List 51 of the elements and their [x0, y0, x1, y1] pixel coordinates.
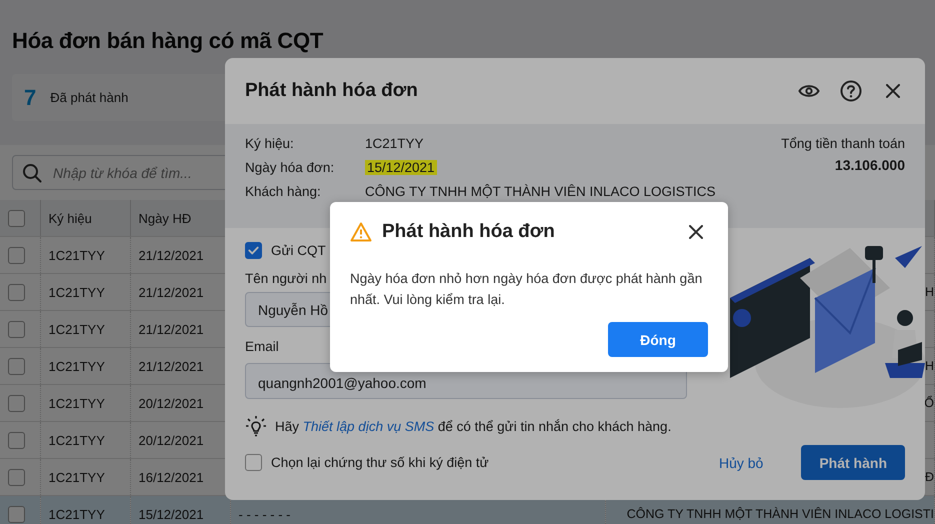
row-checkbox[interactable] [8, 320, 25, 338]
issue-button[interactable]: Phát hành [801, 445, 905, 480]
info-value: 1C21TYY [365, 136, 424, 151]
dialog-title: Phát hành hóa đơn [245, 80, 419, 102]
table-cell: 1C21TYY [40, 348, 130, 384]
row-checkbox[interactable] [8, 468, 25, 486]
hint-text: Hãy Thiết lập dịch vụ SMS để có thể gửi tin nhắn cho khách hàng. [275, 418, 672, 434]
info-value: CÔNG TY TNHH MỘT THÀNH VIÊN INLACO LOGISTICS [365, 184, 716, 199]
lightbulb-icon [245, 415, 267, 437]
table-cell: Ổ [924, 396, 934, 410]
alert-message: Ngày hóa đơn nhỏ hơn ngày hóa đơn được phát hành gần nhất. Vui lòng kiểm tra lại. [350, 270, 704, 309]
sms-setup-link[interactable]: Thiết lập dịch vụ SMS [302, 418, 434, 434]
table-cell: Đ [924, 470, 934, 484]
info-value: 15/12/2021 [365, 160, 437, 175]
row-checkbox[interactable] [8, 246, 25, 264]
column-header: Ký hiệu [40, 200, 130, 236]
table-cell: 1C21TYY [40, 384, 130, 422]
issued-label: Đã phát hành [50, 90, 128, 105]
info-label: Ký hiệu: [245, 136, 295, 151]
search-icon [22, 163, 42, 183]
table-cell: CÔNG TY TNHH MỘT THÀNH VIÊN INLACO LOGISTI [626, 507, 934, 521]
total-value: 13.106.000 [834, 157, 905, 173]
field-label: Tên người nh [245, 271, 327, 286]
select-all-checkbox[interactable] [8, 210, 25, 227]
table-cell: 1C21TYY [40, 310, 130, 348]
row-checkbox[interactable] [8, 394, 25, 412]
checkbox-label: Chọn lại chứng thư số khi ký điện tử [271, 455, 489, 470]
certificate-checkbox[interactable] [245, 454, 262, 471]
help-icon[interactable] [839, 79, 863, 103]
page-title: Hóa đơn bán hàng có mã CQT [12, 28, 324, 54]
field-label: Email [245, 339, 279, 354]
table-cell: - - - - - - - [238, 506, 290, 522]
send-checkbox[interactable] [245, 242, 262, 259]
table-cell: 1C21TYY [40, 236, 130, 274]
row-checkbox[interactable] [8, 432, 25, 449]
issued-count: 7 [24, 84, 36, 110]
warning-icon [350, 222, 372, 242]
row-checkbox[interactable] [8, 358, 25, 375]
cancel-button[interactable]: Hủy bỏ [714, 448, 768, 476]
table-cell: H [924, 285, 934, 299]
total-label: Tổng tiền thanh toán [781, 136, 905, 151]
table-cell: 1C21TYY [40, 422, 130, 458]
table-cell: 15/12/2021 [130, 496, 230, 524]
table-cell: 1C21TYY [40, 496, 130, 524]
table-cell: H [924, 359, 934, 373]
close-button[interactable]: Đóng [608, 322, 708, 357]
alert-title: Phát hành hóa đơn [382, 221, 556, 243]
row-checkbox[interactable] [8, 506, 25, 523]
row-checkbox[interactable] [8, 284, 25, 301]
checkbox-label: Gửi CQT [271, 243, 326, 258]
table-cell: 1C21TYY [40, 274, 130, 310]
